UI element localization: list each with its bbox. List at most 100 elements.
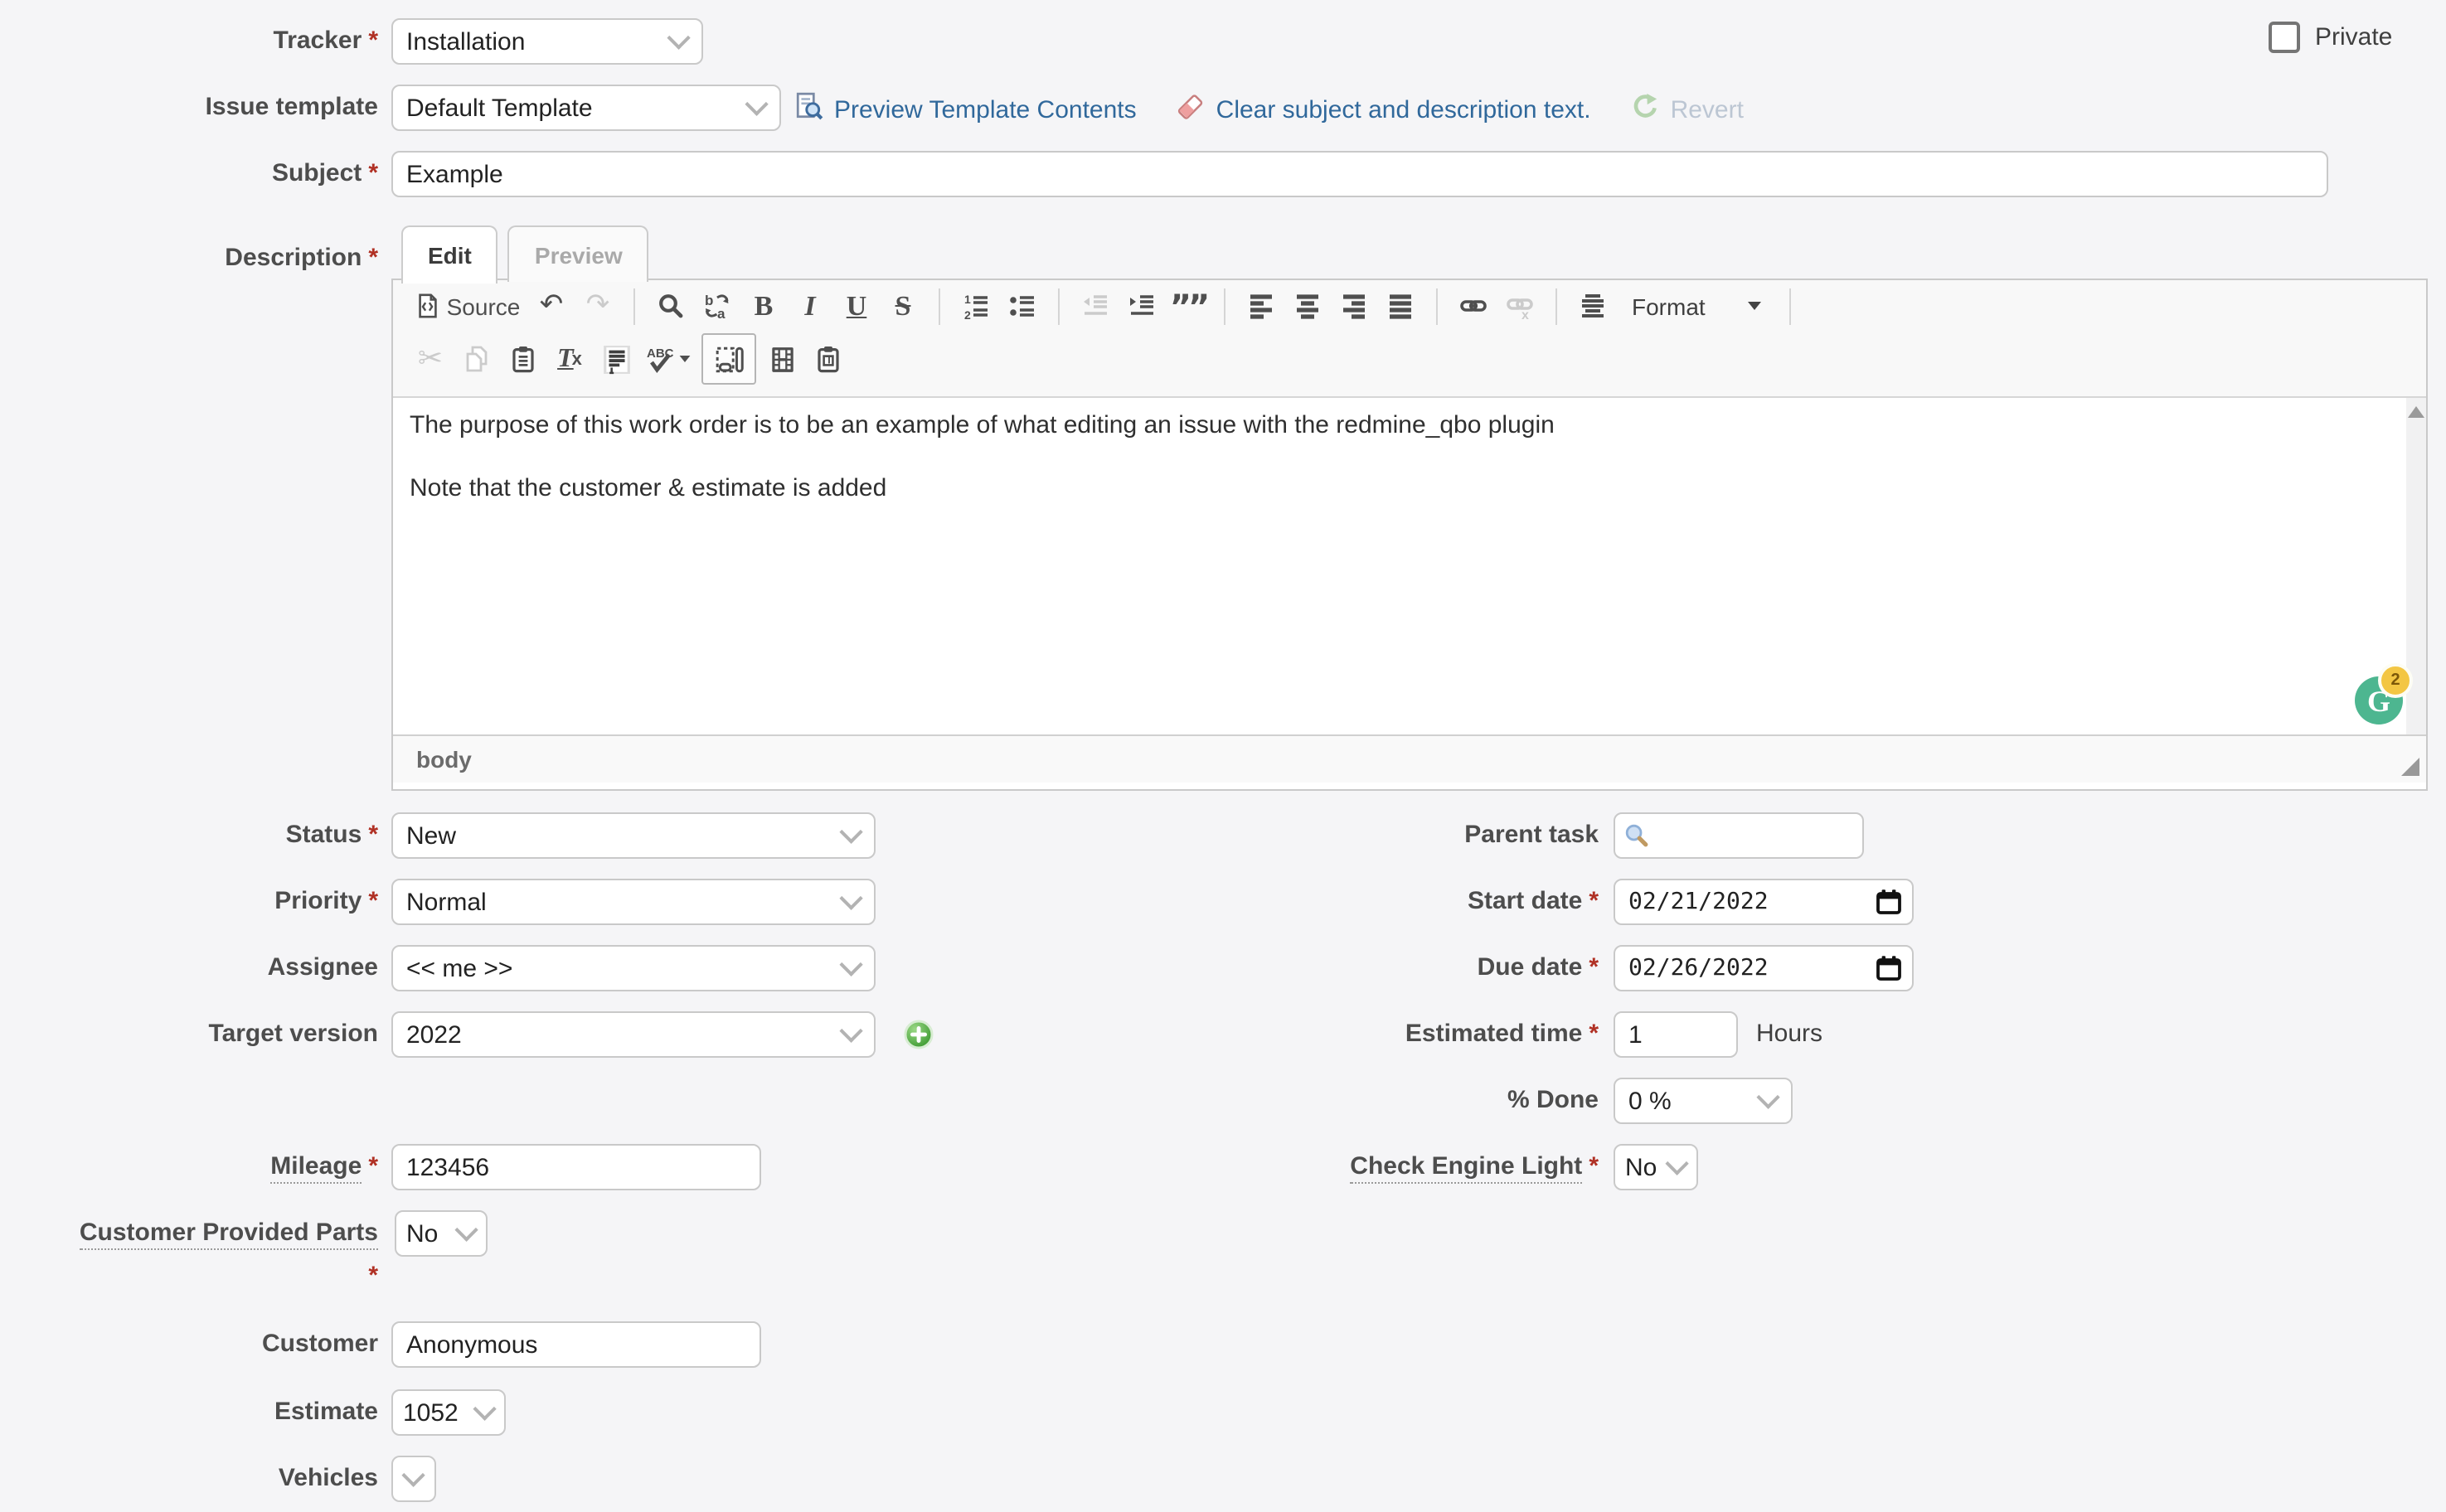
chevron-down-icon xyxy=(839,887,862,910)
toolbar-row-2: ✂ Tx ABC T xyxy=(393,332,2426,396)
estimate-label: Estimate xyxy=(0,1389,378,1436)
editor-footer: body xyxy=(393,734,2426,783)
grammarly-badge: 2 xyxy=(2378,663,2413,698)
required-marker: * xyxy=(1589,887,1599,915)
chevron-down-icon xyxy=(454,1219,478,1242)
customer-provided-parts-required-row: * xyxy=(0,1262,2446,1295)
target-version-select[interactable]: 2022 xyxy=(391,1011,876,1058)
remove-format-icon[interactable]: Tx xyxy=(549,338,590,380)
paste-text-icon[interactable]: T xyxy=(808,338,849,380)
replace-icon[interactable]: ba xyxy=(696,285,738,327)
spellcheck-icon[interactable]: ABC xyxy=(642,338,696,380)
chevron-down-icon xyxy=(1756,1086,1779,1109)
placeholder-box-icon[interactable] xyxy=(701,333,756,385)
align-right-icon[interactable] xyxy=(1333,285,1375,327)
scrollbar-up-arrow[interactable] xyxy=(2408,406,2424,418)
grammarly-icon[interactable]: G 2 xyxy=(2355,676,2403,724)
preview-template-icon xyxy=(794,91,824,128)
paragraph-lines-icon[interactable] xyxy=(1572,285,1614,327)
editor-toolbar: Source ↶ ↷ ba B I U S 12 ”” xyxy=(393,280,2426,398)
source-button[interactable]: Source xyxy=(410,285,526,327)
description-content[interactable]: The purpose of this work order is to be … xyxy=(393,398,2426,734)
resize-handle-icon[interactable] xyxy=(2401,758,2419,776)
revert-icon xyxy=(1631,91,1661,128)
private-checkbox[interactable] xyxy=(2269,22,2300,53)
tab-edit[interactable]: Edit xyxy=(401,225,498,284)
subject-input[interactable] xyxy=(391,151,2328,197)
customer-provided-parts-row: Customer Provided Parts No xyxy=(0,1210,2446,1267)
bold-icon[interactable]: B xyxy=(743,285,784,327)
copy-icon[interactable] xyxy=(456,338,497,380)
start-date-input[interactable] xyxy=(1614,879,1914,925)
customer-provided-parts-value: No xyxy=(406,1219,438,1248)
parent-task-field xyxy=(1614,812,1864,859)
italic-icon[interactable]: I xyxy=(789,285,831,327)
revert-link[interactable]: Revert xyxy=(1631,91,1744,128)
page-text-icon[interactable] xyxy=(595,338,637,380)
toolbar-separator xyxy=(1790,288,1792,324)
cut-icon[interactable]: ✂ xyxy=(410,338,451,380)
parent-task-input[interactable] xyxy=(1615,814,1862,857)
link-icon[interactable] xyxy=(1453,285,1494,327)
indent-icon[interactable] xyxy=(1121,285,1162,327)
template-action-links: Preview Template Contents Clear subject … xyxy=(794,85,1744,134)
description-editor: Source ↶ ↷ ba B I U S 12 ”” xyxy=(391,279,2428,791)
svg-text:T: T xyxy=(826,354,832,366)
start-date-field xyxy=(1614,879,1914,925)
outdent-icon[interactable] xyxy=(1075,285,1116,327)
strikethrough-icon[interactable]: S xyxy=(882,285,924,327)
status-row: Status* New Parent task xyxy=(0,812,2446,869)
required-marker: * xyxy=(1589,953,1599,981)
media-film-icon[interactable] xyxy=(761,338,803,380)
align-center-icon[interactable] xyxy=(1287,285,1328,327)
status-select[interactable]: New xyxy=(391,812,876,859)
clear-subject-description-link[interactable]: Clear subject and description text. xyxy=(1177,91,1591,128)
issue-template-label: Issue template xyxy=(0,85,378,131)
svg-text:1: 1 xyxy=(964,293,971,306)
tab-preview[interactable]: Preview xyxy=(508,225,649,282)
caret-down-icon xyxy=(680,356,691,362)
assignee-select[interactable]: << me >> xyxy=(391,945,876,991)
element-path[interactable]: body xyxy=(416,746,472,773)
description-line-2: Note that the customer & estimate is add… xyxy=(393,474,2426,506)
tracker-select[interactable]: Installation xyxy=(391,18,703,65)
unlink-icon[interactable]: x xyxy=(1499,285,1541,327)
tracker-row: Tracker* Installation xyxy=(0,18,2446,75)
estimate-select[interactable]: 1052 xyxy=(391,1389,506,1436)
chevron-down-icon xyxy=(667,27,690,50)
customer-provided-parts-select[interactable]: No xyxy=(395,1210,488,1257)
undo-icon[interactable]: ↶ xyxy=(531,285,572,327)
toolbar-row-1: Source ↶ ↷ ba B I U S 12 ”” xyxy=(393,280,2426,332)
customer-input[interactable] xyxy=(391,1321,761,1368)
format-dropdown[interactable]: Format xyxy=(1619,293,1775,319)
priority-select[interactable]: Normal xyxy=(391,879,876,925)
mileage-input[interactable] xyxy=(391,1144,761,1190)
required-marker: * xyxy=(0,1262,378,1292)
blockquote-icon[interactable]: ”” xyxy=(1167,285,1209,327)
bulleted-list-icon[interactable] xyxy=(1002,285,1043,327)
percent-done-select[interactable]: 0 % xyxy=(1614,1078,1793,1124)
underline-icon[interactable]: U xyxy=(836,285,877,327)
target-version-value: 2022 xyxy=(406,1020,462,1049)
assignee-value: << me >> xyxy=(406,954,512,982)
customer-label: Customer xyxy=(0,1321,378,1368)
preview-template-link[interactable]: Preview Template Contents xyxy=(794,91,1137,128)
estimated-time-input[interactable] xyxy=(1614,1011,1738,1058)
customer-provided-parts-label: Customer Provided Parts xyxy=(0,1210,378,1257)
paste-icon[interactable] xyxy=(502,338,544,380)
search-icon[interactable] xyxy=(650,285,692,327)
align-left-icon[interactable] xyxy=(1240,285,1282,327)
remove-format-x: x xyxy=(572,349,582,369)
toolbar-separator xyxy=(633,288,635,324)
tracker-label: Tracker* xyxy=(0,18,378,65)
due-date-input[interactable] xyxy=(1614,945,1914,991)
vehicles-select[interactable] xyxy=(391,1456,436,1502)
check-engine-light-select[interactable]: No xyxy=(1614,1144,1698,1190)
numbered-list-icon[interactable]: 12 xyxy=(955,285,997,327)
spellcheck-text: ABC xyxy=(647,346,674,361)
issue-template-select[interactable]: Default Template xyxy=(391,85,781,131)
svg-text:a: a xyxy=(717,306,726,320)
justify-icon[interactable] xyxy=(1380,285,1421,327)
redo-icon[interactable]: ↷ xyxy=(577,285,619,327)
mileage-label: Mileage* xyxy=(0,1144,378,1190)
